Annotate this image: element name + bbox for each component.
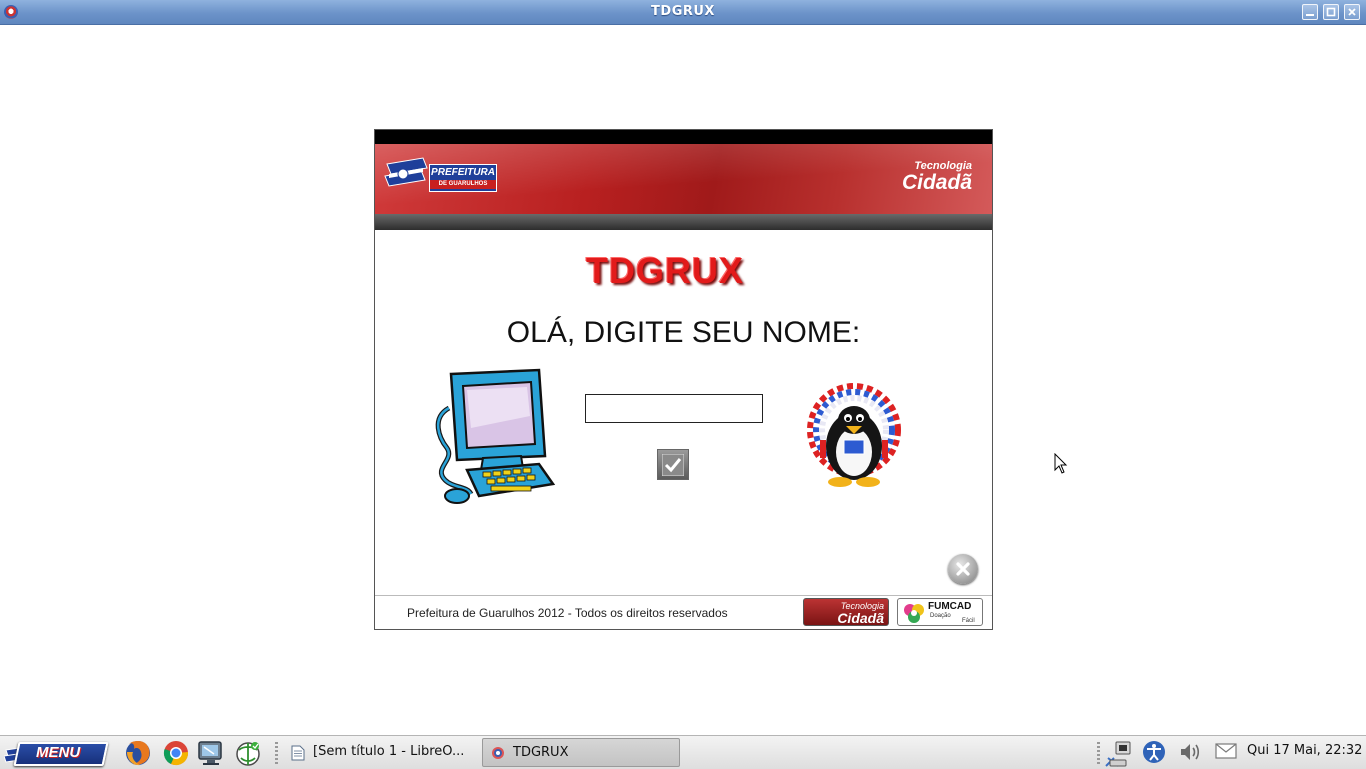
computer-illustration (435, 368, 556, 504)
taskbar-separator (275, 742, 278, 764)
task-libreoffice-writer[interactable]: [Sem título 1 - LibreO... (283, 738, 476, 767)
firefox-icon[interactable] (123, 738, 153, 768)
exit-button[interactable] (948, 554, 978, 584)
tecnologia-cidada-logo: Tecnologia Cidadã (901, 160, 972, 194)
mouse-pointer-icon (1054, 453, 1068, 474)
name-prompt: OLÁ, DIGITE SEU NOME: (506, 316, 861, 349)
chrome-icon[interactable] (161, 738, 191, 768)
minimize-button[interactable] (1302, 4, 1318, 20)
network-connection-icon[interactable] (1104, 740, 1134, 768)
clock[interactable]: Qui 17 Mai, 22:32 (1247, 743, 1362, 758)
minimize-icon (1306, 14, 1314, 16)
fumcad-badge: FUMCAD Doação Fácil (897, 598, 983, 626)
mail-icon[interactable] (1215, 742, 1237, 760)
menu-label: MENU (36, 744, 81, 761)
fumcad-logo-icon (904, 604, 924, 623)
window-title-bar: TDGRUX (0, 0, 1366, 25)
guarulhos-text: DE GUARULHOS (430, 180, 496, 189)
tecnologia-cidada-badge: Tecnologia Cidadã (803, 598, 889, 626)
close-window-button[interactable] (1344, 4, 1360, 20)
guarulhos-flag-icon (384, 157, 428, 187)
prefeitura-text: PREFEITURA (431, 167, 495, 178)
name-input[interactable] (585, 394, 763, 423)
network-icon[interactable] (233, 738, 263, 768)
confirm-button[interactable] (657, 449, 689, 480)
taskbar: MENU [Sem título 1 - LibreO... TDGRUX Qu… (0, 735, 1366, 769)
checkmark-icon (662, 454, 684, 476)
accessibility-icon[interactable] (1142, 740, 1166, 764)
prefeitura-guarulhos-logo: PREFEITURA DE GUARULHOS (383, 156, 498, 200)
start-menu-button[interactable]: MENU (2, 738, 109, 767)
maximize-button[interactable] (1323, 4, 1339, 20)
dialog-top-strip (375, 130, 992, 144)
close-icon (1348, 8, 1356, 16)
tdgrux-dialog: PREFEITURA DE GUARULHOS Tecnologia Cidad… (374, 129, 993, 630)
window-title: TDGRUX (651, 4, 715, 19)
taskbar-separator (1097, 742, 1100, 764)
copyright-text: Prefeitura de Guarulhos 2012 - Todos os … (407, 606, 728, 620)
app-title: TDGRUX (586, 250, 744, 291)
banner-bottom-strip (375, 214, 992, 230)
document-icon (291, 745, 305, 761)
task-tdgrux[interactable]: TDGRUX (482, 738, 680, 767)
monitor-icon[interactable] (196, 738, 226, 768)
close-circle-icon (956, 562, 970, 576)
app-icon (492, 747, 504, 759)
footer-divider (375, 595, 992, 596)
header-banner: PREFEITURA DE GUARULHOS Tecnologia Cidad… (375, 144, 992, 214)
maximize-icon (1326, 7, 1336, 17)
volume-icon[interactable] (1178, 740, 1202, 764)
tux-mascot-illustration (807, 383, 901, 487)
